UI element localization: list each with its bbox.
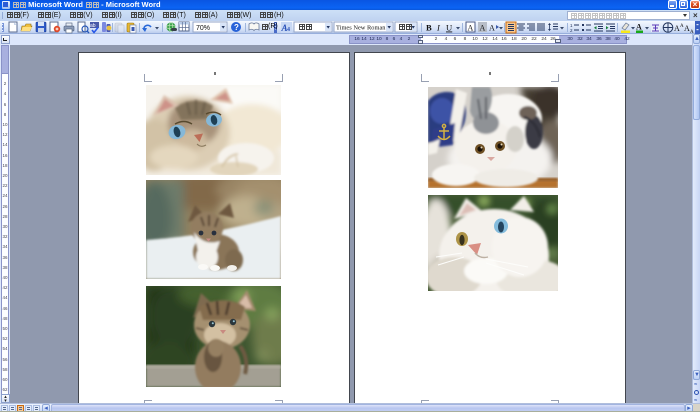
svg-text:U: U bbox=[446, 23, 453, 33]
svg-text:?: ? bbox=[234, 23, 239, 32]
svg-text:Times New Roman: Times New Roman bbox=[336, 25, 386, 32]
svg-text:70%: 70% bbox=[196, 25, 210, 32]
svg-text:B: B bbox=[426, 23, 432, 33]
svg-text:ab: ab bbox=[90, 23, 96, 29]
svg-text:4: 4 bbox=[287, 27, 290, 33]
svg-text:A: A bbox=[480, 24, 486, 33]
svg-text:A: A bbox=[636, 23, 642, 32]
svg-text:I: I bbox=[436, 23, 441, 33]
svg-text:A: A bbox=[468, 24, 474, 33]
svg-text:A: A bbox=[489, 24, 495, 33]
svg-text:2: 2 bbox=[570, 28, 573, 33]
